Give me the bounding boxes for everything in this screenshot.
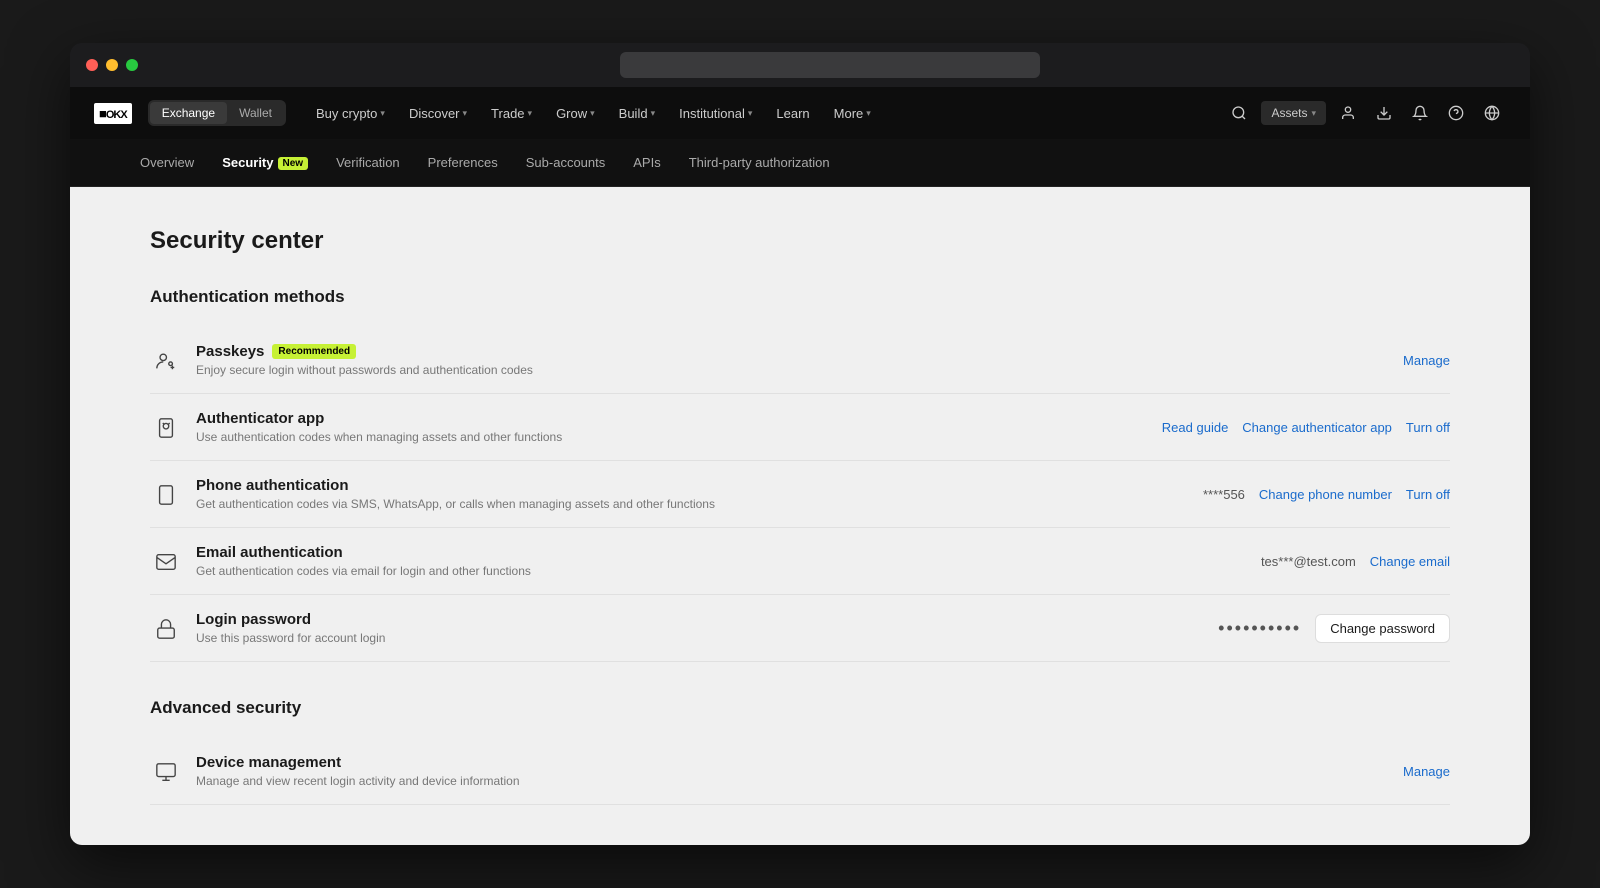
- passkeys-info: Passkeys Recommended Enjoy secure login …: [196, 343, 1403, 377]
- phone-desc: Get authentication codes via SMS, WhatsA…: [196, 497, 1203, 511]
- phone-icon: [150, 479, 182, 511]
- phone-actions: ****556 Change phone number Turn off: [1203, 487, 1450, 502]
- email-info: Email authentication Get authentication …: [196, 544, 1261, 578]
- password-dots: ••••••••••: [1218, 618, 1301, 639]
- navbar: ■OKX Exchange Wallet Buy crypto ▾ Discov…: [70, 87, 1530, 139]
- close-button[interactable]: [86, 59, 98, 71]
- chevron-down-icon: ▾: [748, 108, 753, 119]
- chevron-down-icon: ▾: [590, 108, 595, 119]
- help-icon[interactable]: [1442, 101, 1470, 125]
- email-actions: tes***@test.com Change email: [1261, 554, 1450, 569]
- device-icon: [150, 756, 182, 788]
- page-title: Security center: [150, 227, 1450, 255]
- device-actions: Manage: [1403, 764, 1450, 779]
- email-desc: Get authentication codes via email for l…: [196, 564, 1261, 578]
- bell-icon[interactable]: [1406, 101, 1434, 125]
- chevron-down-icon: ▾: [866, 108, 871, 119]
- recommended-badge: Recommended: [272, 344, 356, 359]
- subnav-thirdparty[interactable]: Third-party authorization: [679, 147, 840, 178]
- password-info: Login password Use this password for acc…: [196, 611, 1218, 645]
- passkeys-manage-link[interactable]: Manage: [1403, 353, 1450, 368]
- passkeys-desc: Enjoy secure login without passwords and…: [196, 363, 1403, 377]
- phone-turnoff-link[interactable]: Turn off: [1406, 487, 1450, 502]
- password-desc: Use this password for account login: [196, 631, 1218, 645]
- advanced-section-title: Advanced security: [150, 698, 1450, 718]
- change-phone-link[interactable]: Change phone number: [1259, 487, 1392, 502]
- nav-actions: Assets ▾: [1225, 101, 1506, 125]
- chevron-down-icon: ▾: [651, 108, 656, 119]
- chevron-down-icon: ▾: [380, 108, 385, 119]
- phone-value: ****556: [1203, 487, 1245, 502]
- subnav-verification[interactable]: Verification: [326, 147, 410, 178]
- change-authenticator-link[interactable]: Change authenticator app: [1242, 420, 1392, 435]
- device-desc: Manage and view recent login activity an…: [196, 774, 1403, 788]
- auth-item-phone: Phone authentication Get authentication …: [150, 461, 1450, 528]
- subnav-preferences[interactable]: Preferences: [418, 147, 508, 178]
- passkeys-actions: Manage: [1403, 353, 1450, 368]
- email-name: Email authentication: [196, 544, 1261, 561]
- email-value: tes***@test.com: [1261, 554, 1356, 569]
- auth-item-email: Email authentication Get authentication …: [150, 528, 1450, 595]
- read-guide-link[interactable]: Read guide: [1162, 420, 1229, 435]
- exchange-toggle[interactable]: Exchange: [150, 102, 227, 124]
- download-icon[interactable]: [1370, 101, 1398, 125]
- title-bar: [70, 43, 1530, 87]
- change-password-button[interactable]: Change password: [1315, 614, 1450, 643]
- change-email-link[interactable]: Change email: [1370, 554, 1450, 569]
- nav-more[interactable]: More ▾: [824, 100, 881, 127]
- phone-name: Phone authentication: [196, 477, 1203, 494]
- globe-icon[interactable]: [1478, 101, 1506, 125]
- minimize-button[interactable]: [106, 59, 118, 71]
- nav-institutional[interactable]: Institutional ▾: [669, 100, 762, 127]
- chevron-down-icon: ▾: [463, 108, 468, 119]
- device-name: Device management: [196, 754, 1403, 771]
- advanced-security-section: Advanced security Device management Mana…: [150, 698, 1450, 805]
- logo-text: ■OKX: [94, 103, 132, 124]
- authenticator-desc: Use authentication codes when managing a…: [196, 430, 1162, 444]
- nav-grow[interactable]: Grow ▾: [546, 100, 605, 127]
- auth-item-authenticator: Authenticator app Use authentication cod…: [150, 394, 1450, 461]
- nav-discover[interactable]: Discover ▾: [399, 100, 477, 127]
- auth-item-passkeys: Passkeys Recommended Enjoy secure login …: [150, 327, 1450, 394]
- subnav: Overview SecurityNew Verification Prefer…: [70, 139, 1530, 187]
- user-icon[interactable]: [1334, 101, 1362, 125]
- device-info: Device management Manage and view recent…: [196, 754, 1403, 788]
- wallet-toggle[interactable]: Wallet: [227, 102, 284, 124]
- search-button[interactable]: [1225, 101, 1253, 125]
- exchange-wallet-toggle: Exchange Wallet: [148, 100, 286, 126]
- maximize-button[interactable]: [126, 59, 138, 71]
- auth-section-title: Authentication methods: [150, 287, 1450, 307]
- password-actions: •••••••••• Change password: [1218, 614, 1450, 643]
- authenticator-icon: [150, 412, 182, 444]
- authenticator-actions: Read guide Change authenticator app Turn…: [1162, 420, 1450, 435]
- subnav-overview[interactable]: Overview: [130, 147, 204, 178]
- device-manage-link[interactable]: Manage: [1403, 764, 1450, 779]
- nav-learn[interactable]: Learn: [766, 100, 819, 127]
- phone-info: Phone authentication Get authentication …: [196, 477, 1203, 511]
- email-icon: [150, 546, 182, 578]
- subnav-subaccounts[interactable]: Sub-accounts: [516, 147, 616, 178]
- advanced-item-device: Device management Manage and view recent…: [150, 738, 1450, 805]
- logo[interactable]: ■OKX: [94, 103, 132, 124]
- subnav-apis[interactable]: APIs: [623, 147, 670, 178]
- passkey-icon: [150, 345, 182, 377]
- main-content: Security center Authentication methods P…: [70, 187, 1530, 845]
- assets-button[interactable]: Assets ▾: [1261, 101, 1326, 125]
- authenticator-turnoff-link[interactable]: Turn off: [1406, 420, 1450, 435]
- nav-build[interactable]: Build ▾: [609, 100, 665, 127]
- nav-trade[interactable]: Trade ▾: [481, 100, 542, 127]
- app-window: ■OKX Exchange Wallet Buy crypto ▾ Discov…: [70, 43, 1530, 845]
- passkeys-name: Passkeys Recommended: [196, 343, 1403, 360]
- authenticator-name: Authenticator app: [196, 410, 1162, 427]
- subnav-security[interactable]: SecurityNew: [212, 147, 318, 178]
- authenticator-info: Authenticator app Use authentication cod…: [196, 410, 1162, 444]
- password-name: Login password: [196, 611, 1218, 628]
- chevron-down-icon: ▾: [528, 108, 533, 119]
- chevron-down-icon: ▾: [1311, 108, 1316, 119]
- nav-buy-crypto[interactable]: Buy crypto ▾: [306, 100, 395, 127]
- new-badge: New: [278, 157, 309, 170]
- url-bar[interactable]: [620, 52, 1040, 78]
- auth-item-password: Login password Use this password for acc…: [150, 595, 1450, 662]
- lock-icon: [150, 613, 182, 645]
